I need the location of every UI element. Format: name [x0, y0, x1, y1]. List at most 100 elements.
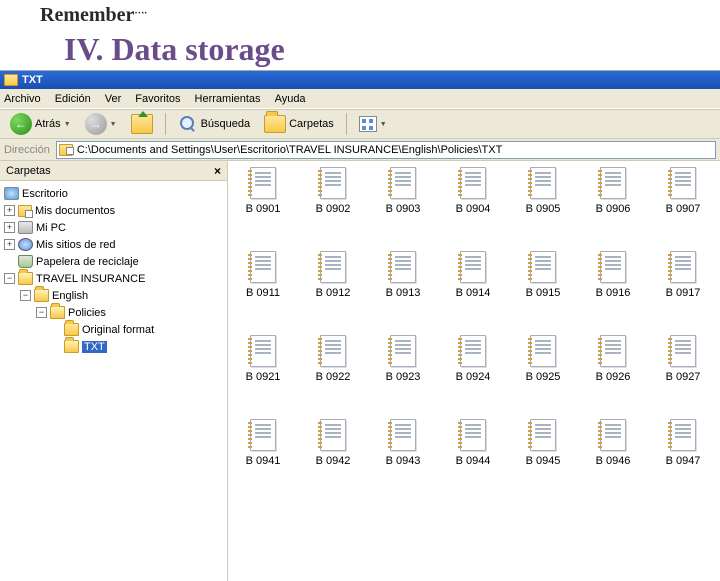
file-label: B 0944 — [456, 455, 491, 467]
txt-file-icon — [600, 167, 626, 199]
file-item[interactable]: B 0904 — [438, 167, 508, 215]
tree-item-policies[interactable]: − Policies — [2, 304, 225, 321]
file-label: B 0924 — [456, 371, 491, 383]
file-label: B 0915 — [526, 287, 561, 299]
back-dropdown-icon[interactable]: ▼ — [64, 121, 71, 128]
expand-icon[interactable]: + — [4, 239, 15, 250]
file-label: B 0941 — [246, 455, 281, 467]
forward-button[interactable]: → ▼ — [81, 111, 121, 137]
folders-button[interactable]: Carpetas — [260, 113, 338, 135]
file-item[interactable]: B 0942 — [298, 419, 368, 467]
file-label: B 0902 — [316, 203, 351, 215]
tree-item-mis-sitios-de-red[interactable]: + Mis sitios de red — [2, 236, 225, 253]
views-icon — [359, 116, 377, 132]
address-folder-icon — [59, 144, 73, 156]
tree-label: Escritorio — [22, 188, 68, 200]
file-label: B 0923 — [386, 371, 421, 383]
file-item[interactable]: B 0947 — [648, 419, 718, 467]
folders-panel-close-button[interactable]: × — [214, 164, 221, 178]
tree-item-papelera[interactable]: Papelera de reciclaje — [2, 253, 225, 270]
collapse-icon[interactable]: − — [20, 290, 31, 301]
file-label: B 0927 — [666, 371, 701, 383]
window-titlebar[interactable]: TXT — [0, 71, 720, 89]
file-item[interactable]: B 0946 — [578, 419, 648, 467]
file-item[interactable]: B 0902 — [298, 167, 368, 215]
menu-favoritos[interactable]: Favoritos — [135, 93, 180, 105]
remember-dots: …. — [134, 5, 147, 16]
txt-file-icon — [460, 335, 486, 367]
folder-open-icon — [34, 289, 49, 302]
forward-arrow-icon: → — [85, 113, 107, 135]
file-item[interactable]: B 0914 — [438, 251, 508, 299]
back-arrow-icon: ← — [10, 113, 32, 135]
collapse-icon[interactable]: − — [36, 307, 47, 318]
files-area[interactable]: B 0901 B 0902 B 0903B 0904B 0905 B 0906 B 09… — [228, 161, 720, 581]
address-bar: Dirección C:\Documents and Settings\User… — [0, 139, 720, 161]
file-item[interactable]: B 0926 — [578, 335, 648, 383]
file-item[interactable]: B 0943 — [368, 419, 438, 467]
forward-dropdown-icon[interactable]: ▼ — [110, 121, 117, 128]
address-label: Dirección — [4, 144, 50, 156]
txt-file-icon — [530, 251, 556, 283]
file-item[interactable]: B 0945 — [508, 419, 578, 467]
file-item[interactable]: B 0925 — [508, 335, 578, 383]
file-item[interactable]: B 0915 — [508, 251, 578, 299]
file-item[interactable]: B 0922 — [298, 335, 368, 383]
file-label: B 0946 — [596, 455, 631, 467]
txt-file-icon — [460, 419, 486, 451]
menu-edicion[interactable]: Edición — [55, 93, 91, 105]
file-item[interactable]: B 0921 — [228, 335, 298, 383]
address-input[interactable]: C:\Documents and Settings\User\Escritori… — [56, 141, 716, 159]
toolbar-separator-2 — [346, 113, 347, 135]
file-item[interactable]: B 0903 — [368, 167, 438, 215]
collapse-icon[interactable]: − — [4, 273, 15, 284]
file-item[interactable]: B 0916 — [578, 251, 648, 299]
tree-item-txt[interactable]: TXT — [2, 338, 225, 355]
file-item[interactable]: B 0944 — [438, 419, 508, 467]
file-item[interactable]: B 0923 — [368, 335, 438, 383]
file-item[interactable]: B 0941 — [228, 419, 298, 467]
up-button[interactable] — [127, 112, 157, 136]
txt-file-icon — [320, 251, 346, 283]
tree-label: Mis documentos — [35, 205, 115, 217]
file-item[interactable]: B 0906 — [578, 167, 648, 215]
file-label: B 0925 — [526, 371, 561, 383]
tree-item-original-format[interactable]: Original format — [2, 321, 225, 338]
expand-icon[interactable]: + — [4, 222, 15, 233]
views-dropdown-icon[interactable]: ▼ — [380, 121, 387, 128]
file-item[interactable]: B 0901 — [228, 167, 298, 215]
network-icon — [18, 238, 33, 251]
views-button[interactable]: ▼ — [355, 114, 391, 134]
back-button[interactable]: ← Atrás ▼ — [6, 111, 75, 137]
tree-item-mi-pc[interactable]: + Mi PC — [2, 219, 225, 236]
remember-text: Remember — [40, 4, 134, 26]
folder-tree[interactable]: Escritorio + Mis documentos + Mi PC + Mi… — [0, 181, 227, 359]
file-label: B 0906 — [596, 203, 631, 215]
tree-item-escritorio[interactable]: Escritorio — [2, 185, 225, 202]
file-item[interactable]: B 0911 — [228, 251, 298, 299]
folder-open-icon — [18, 272, 33, 285]
menu-herramientas[interactable]: Herramientas — [195, 93, 261, 105]
file-item[interactable]: B 0913 — [368, 251, 438, 299]
txt-file-icon — [600, 419, 626, 451]
file-item[interactable]: B 0907 — [648, 167, 718, 215]
tree-label: Mi PC — [36, 222, 66, 234]
file-grid: B 0901 B 0902 B 0903B 0904B 0905 B 0906 B 09… — [228, 167, 720, 467]
search-button[interactable]: Búsqueda — [174, 112, 255, 136]
folder-closed-icon — [64, 323, 79, 336]
txt-file-icon — [530, 167, 556, 199]
menu-archivo[interactable]: Archivo — [4, 93, 41, 105]
expand-icon[interactable]: + — [4, 205, 15, 216]
tree-item-travel-insurance[interactable]: − TRAVEL INSURANCE — [2, 270, 225, 287]
file-item[interactable]: B 0912 — [298, 251, 368, 299]
tree-item-mis-documentos[interactable]: + Mis documentos — [2, 202, 225, 219]
file-item[interactable]: B 0924 — [438, 335, 508, 383]
menu-ver[interactable]: Ver — [105, 93, 122, 105]
file-item[interactable]: B 0927 — [648, 335, 718, 383]
tree-item-english[interactable]: − English — [2, 287, 225, 304]
file-item[interactable]: B 0917 — [648, 251, 718, 299]
txt-file-icon — [600, 335, 626, 367]
file-item[interactable]: B 0905 — [508, 167, 578, 215]
toolbar: ← Atrás ▼ → ▼ Búsqueda Carpetas ▼ — [0, 109, 720, 139]
menu-ayuda[interactable]: Ayuda — [275, 93, 306, 105]
